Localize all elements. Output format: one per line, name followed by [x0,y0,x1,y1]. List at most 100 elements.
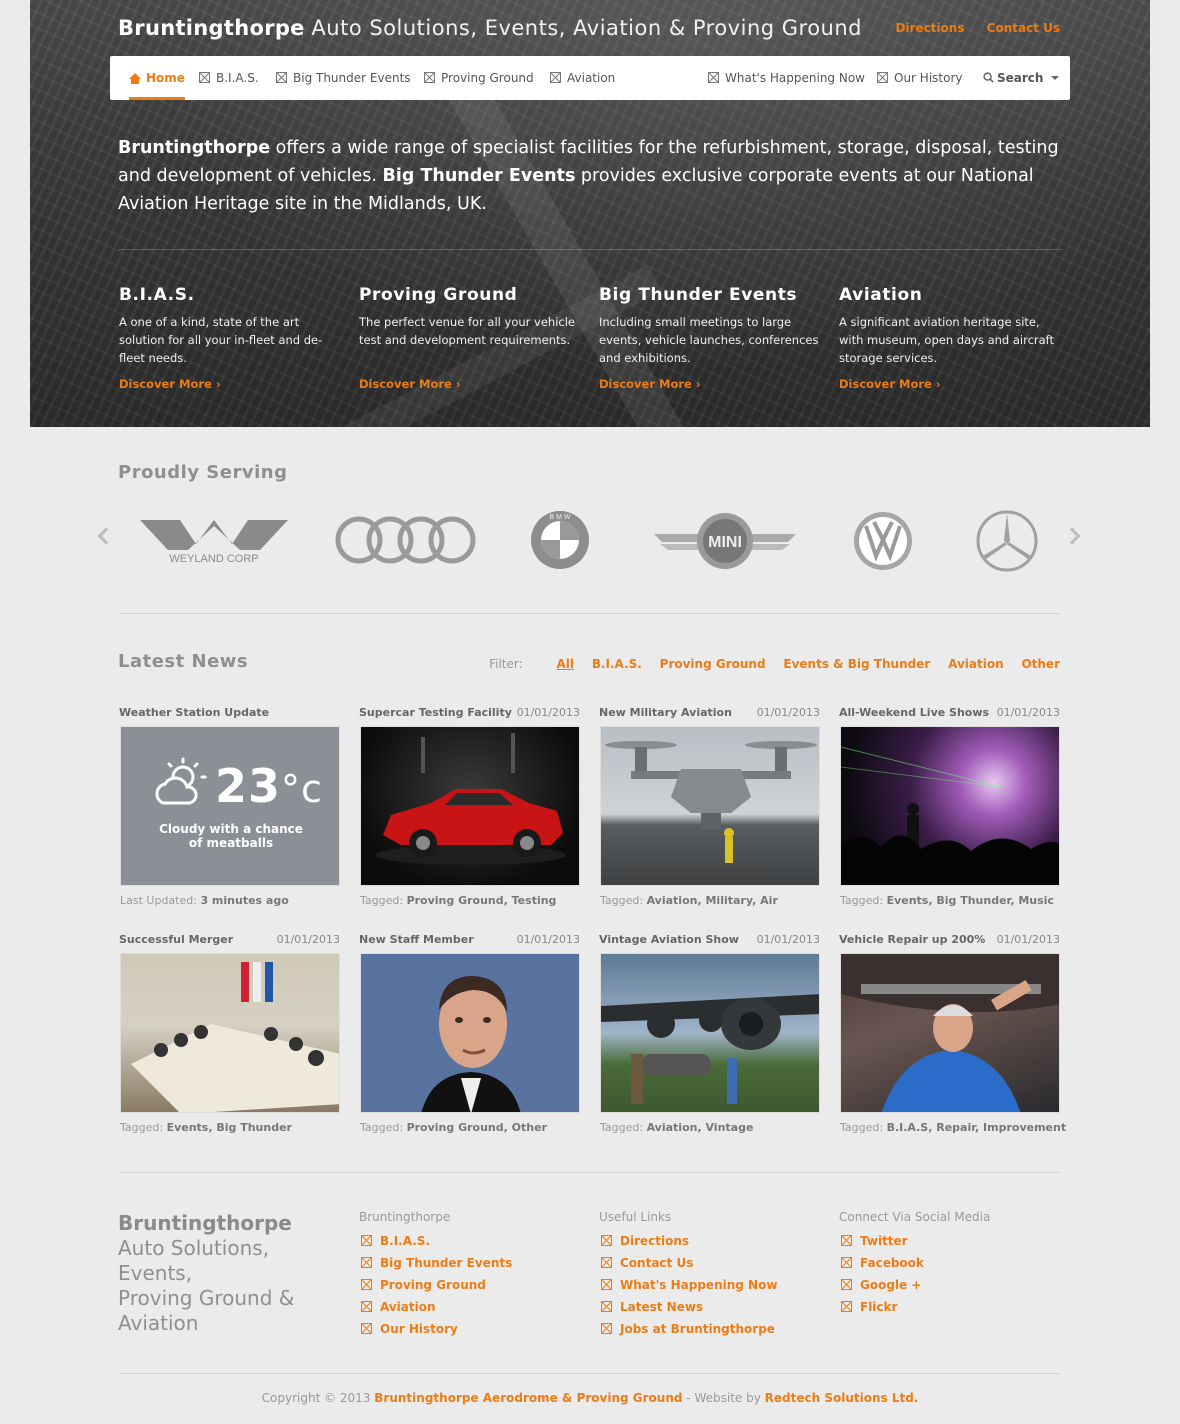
footer-link-label: Contact Us [620,1256,694,1270]
copyright-org-link[interactable]: Bruntingthorpe Aerodrome & Proving Groun… [374,1391,682,1405]
audi-logo[interactable] [335,514,477,566]
nav-bias[interactable]: B.I.A.S. [199,56,259,100]
filter-all[interactable]: All [556,657,574,671]
divider [119,1373,1060,1374]
carousel-prev-icon[interactable] [97,527,115,545]
footer-link[interactable]: Contact Us [599,1252,777,1274]
footer-brand-line: Events, [118,1261,193,1285]
flickr-link[interactable]: Flickr [839,1296,990,1318]
news-tags: Tagged: Events, Big Thunder [120,1121,292,1134]
footer-link[interactable]: Directions [599,1230,777,1252]
meeting-photo[interactable] [120,953,340,1113]
footer-link[interactable]: Big Thunder Events [359,1252,512,1274]
filter-bias[interactable]: B.I.A.S. [592,657,642,671]
box-x-icon [841,1235,852,1246]
nav-aviation[interactable]: Aviation [550,56,615,100]
tags-value[interactable]: Events, Big Thunder [167,1121,292,1134]
footer-link[interactable]: Our History [359,1318,512,1340]
box-x-icon [601,1235,612,1246]
weather-card[interactable]: Weather Station Update 23°c Cloudy with … [119,706,340,916]
nav-whats-happening-label: What's Happening Now [725,71,865,85]
mini-logo-text: MINI [708,534,742,551]
staff-portrait-photo[interactable] [360,953,580,1113]
filter-events[interactable]: Events & Big Thunder [783,657,930,671]
tagged-label: Tagged: [120,1121,164,1134]
news-date: 01/01/2013 [516,706,580,719]
news-card[interactable]: All-Weekend Live Shows 01/01/2013 Tagged:… [839,706,1060,916]
tags-value[interactable]: Events, Big Thunder, Music [887,894,1054,907]
carousel-next-icon[interactable] [1063,527,1081,545]
nav-whats-happening[interactable]: What's Happening Now [708,56,865,100]
filter-other[interactable]: Other [1021,657,1060,671]
news-title: New Military Aviation [599,706,732,719]
site-brand[interactable]: Bruntingthorpe Auto Solutions, Events, A… [118,16,862,40]
filter-proving-ground[interactable]: Proving Ground [660,657,766,671]
footer-link[interactable]: Aviation [359,1296,512,1318]
box-x-icon [877,72,888,83]
vehicle-repair-photo[interactable] [840,953,1060,1113]
filter-aviation[interactable]: Aviation [948,657,1004,671]
mini-logo[interactable]: MINI [654,512,796,570]
discover-more-link[interactable]: Discover More › [599,377,701,391]
tags-value[interactable]: B.I.A.S, Repair, Improvement [887,1121,1067,1134]
discover-more-link[interactable]: Discover More › [119,377,221,391]
tags-value[interactable]: Proving Ground, Testing [407,894,557,907]
divider [118,249,1062,250]
footer-link[interactable]: Proving Ground [359,1274,512,1296]
footer-link-label: Our History [380,1322,458,1336]
bmw-logo[interactable]: B M W [530,510,590,570]
feature-bias: B.I.A.S. A one of a kind, state of the a… [119,285,339,392]
news-card[interactable]: New Staff Member 01/01/2013 Tagged: Provi… [359,933,580,1143]
facebook-link[interactable]: Facebook [839,1252,990,1274]
discover-more-label: Discover More [599,377,692,391]
weyland-logo[interactable]: WEYLAND CORP [140,516,288,566]
nav-big-thunder-label: Big Thunder Events [293,71,411,85]
nav-proving-ground[interactable]: Proving Ground [424,56,534,100]
divider [119,1172,1060,1173]
tagged-label: Tagged: [600,894,644,907]
concert-photo[interactable] [840,726,1060,886]
news-title: New Staff Member [359,933,474,946]
developer-link[interactable]: Redtech Solutions Ltd. [765,1391,919,1405]
discover-more-link[interactable]: Discover More › [839,377,941,391]
footer-link[interactable]: B.I.A.S. [359,1230,512,1252]
vw-logo[interactable] [852,510,914,572]
tags-value[interactable]: Aviation, Vintage [647,1121,754,1134]
vintage-aircraft-photo[interactable] [600,953,820,1113]
nav-bias-label: B.I.A.S. [216,71,259,85]
box-x-icon [424,72,435,83]
news-card[interactable]: Successful Merger 01/01/2013 Tagged: Even… [119,933,340,1143]
footer-link-label: Big Thunder Events [380,1256,513,1270]
nav-our-history[interactable]: Our History [877,56,963,100]
temperature-unit: °c [281,767,323,811]
footer-link[interactable]: Jobs at Bruntingthorpe [599,1318,777,1340]
news-card[interactable]: New Military Aviation 01/01/2013 Tagged: … [599,706,820,916]
news-filter: Filter: All B.I.A.S. Proving Ground Even… [489,657,1060,671]
mercedes-logo[interactable] [976,510,1038,572]
supercar-photo[interactable] [360,726,580,886]
nav-big-thunder[interactable]: Big Thunder Events [276,56,411,100]
tags-value[interactable]: Aviation, Military, Air [647,894,778,907]
tags-value[interactable]: Proving Ground, Other [407,1121,547,1134]
news-card[interactable]: Vehicle Repair up 200% 01/01/2013 Tagged:… [839,933,1066,1143]
footer-link[interactable]: Latest News [599,1296,777,1318]
feature-proving-ground: Proving Ground The perfect venue for all… [359,285,579,392]
nav-proving-label: Proving Ground [441,71,534,85]
directions-link[interactable]: Directions [895,21,964,35]
footer-link-label: Directions [620,1234,690,1248]
news-card[interactable]: Vintage Aviation Show 01/01/2013 Tagged: … [599,933,820,1143]
contact-link[interactable]: Contact Us [987,21,1060,35]
footer-link[interactable]: What's Happening Now [599,1274,777,1296]
footer-link-label: Twitter [860,1234,908,1248]
feature-aviation: Aviation A significant aviation heritage… [839,285,1059,392]
twitter-link[interactable]: Twitter [839,1230,990,1252]
nav-search[interactable]: Search [983,56,1060,100]
box-x-icon [841,1279,852,1290]
discover-more-link[interactable]: Discover More › [359,377,461,391]
google-plus-link[interactable]: Google + [839,1274,990,1296]
tagged-label: Tagged: [360,1121,404,1134]
bmw-logo-text: B M W [550,514,571,521]
military-aircraft-photo[interactable] [600,726,820,886]
news-card[interactable]: Supercar Testing Facility 01/01/2013 Tagg… [359,706,580,916]
nav-home[interactable]: Home [129,56,185,100]
